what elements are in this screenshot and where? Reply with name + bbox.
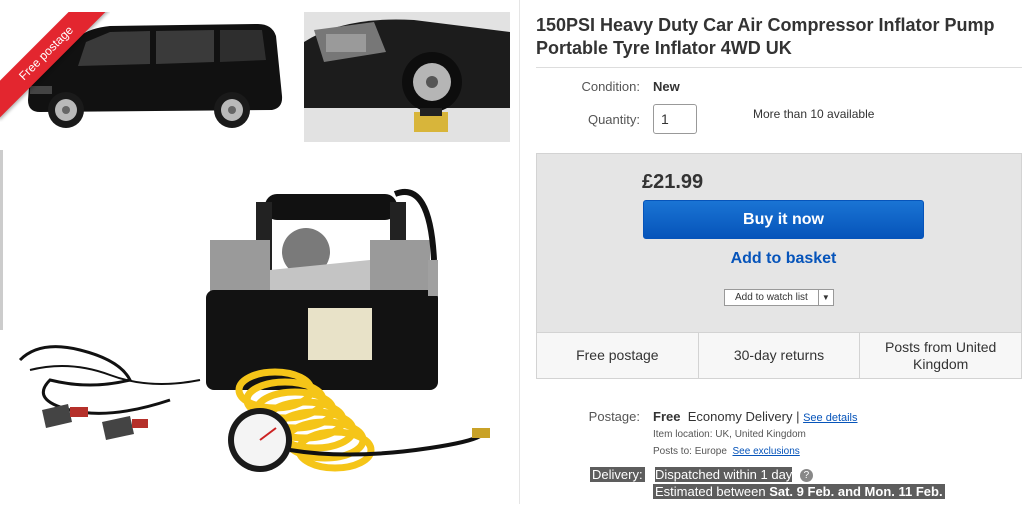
item-location-label: Item location: bbox=[653, 429, 713, 440]
delivery-dispatch: Dispatched within 1 day bbox=[655, 467, 793, 482]
add-to-watch-list-button[interactable]: Add to watch list bbox=[725, 290, 819, 305]
delivery-estimate: Estimated between Sat. 9 Feb. and Mon. 1… bbox=[653, 484, 945, 499]
image-gallery: Free postage bbox=[0, 0, 520, 504]
postage-summary: Free Economy Delivery | See details bbox=[653, 409, 858, 424]
quantity-label: Quantity: bbox=[587, 112, 640, 127]
delivery-estimate-range: Sat. 9 Feb. and Mon. 11 Feb. bbox=[769, 484, 943, 499]
posts-to-label: Posts to: bbox=[653, 446, 692, 457]
perk-returns: 30-day returns bbox=[699, 333, 861, 378]
item-location: Item location: UK, United Kingdom bbox=[653, 429, 806, 440]
help-icon[interactable]: ? bbox=[799, 469, 813, 483]
buy-it-now-button[interactable]: Buy it now bbox=[643, 200, 924, 239]
postage-service: Economy Delivery | bbox=[687, 409, 800, 424]
thumbnail-van[interactable]: Free postage bbox=[0, 12, 296, 140]
add-to-basket-button[interactable]: Add to basket bbox=[643, 250, 924, 268]
condition-value: New bbox=[653, 79, 680, 94]
condition-label: Condition: bbox=[581, 79, 640, 94]
buy-box: £21.99 Buy it now Add to basket Add to w… bbox=[536, 153, 1022, 333]
watch-list-control[interactable]: Add to watch list ▼ bbox=[724, 289, 834, 306]
see-details-link[interactable]: See details bbox=[803, 412, 857, 424]
delivery-label: Delivery: bbox=[590, 467, 645, 482]
item-location-value: UK, United Kingdom bbox=[715, 429, 806, 440]
perk-free-postage: Free postage bbox=[537, 333, 699, 378]
free-postage-badge: Free postage bbox=[0, 12, 110, 119]
postage-cost: Free bbox=[653, 409, 681, 424]
thumbnail-car-engine[interactable] bbox=[304, 12, 510, 142]
item-details: 150PSI Heavy Duty Car Air Compressor Inf… bbox=[536, 0, 1022, 504]
main-product-image[interactable] bbox=[10, 160, 510, 504]
free-postage-ribbon: Free postage bbox=[0, 12, 110, 122]
posts-to-value: Europe bbox=[694, 446, 727, 457]
quantity-input[interactable] bbox=[653, 104, 697, 134]
compressor-image bbox=[18, 189, 490, 472]
perk-posts-from: Posts from United Kingdom bbox=[885, 338, 997, 372]
title-divider bbox=[536, 67, 1022, 68]
caret-down-icon[interactable]: ▼ bbox=[819, 290, 833, 305]
delivery-estimate-prefix: Estimated between bbox=[655, 484, 766, 499]
postage-label: Postage: bbox=[588, 409, 640, 424]
gallery-edge bbox=[0, 150, 3, 330]
delivery-dispatch-row: Dispatched within 1 day ? bbox=[653, 467, 815, 483]
price: £21.99 bbox=[642, 171, 704, 193]
perks-bar: Free postage 30-day returns Posts from U… bbox=[536, 333, 1022, 379]
availability-text: More than 10 available bbox=[753, 107, 875, 121]
posts-to: Posts to: Europe See exclusions bbox=[653, 446, 800, 457]
car-engine-image bbox=[304, 12, 510, 142]
item-title: 150PSI Heavy Duty Car Air Compressor Inf… bbox=[536, 15, 995, 58]
see-exclusions-link[interactable]: See exclusions bbox=[733, 446, 800, 457]
